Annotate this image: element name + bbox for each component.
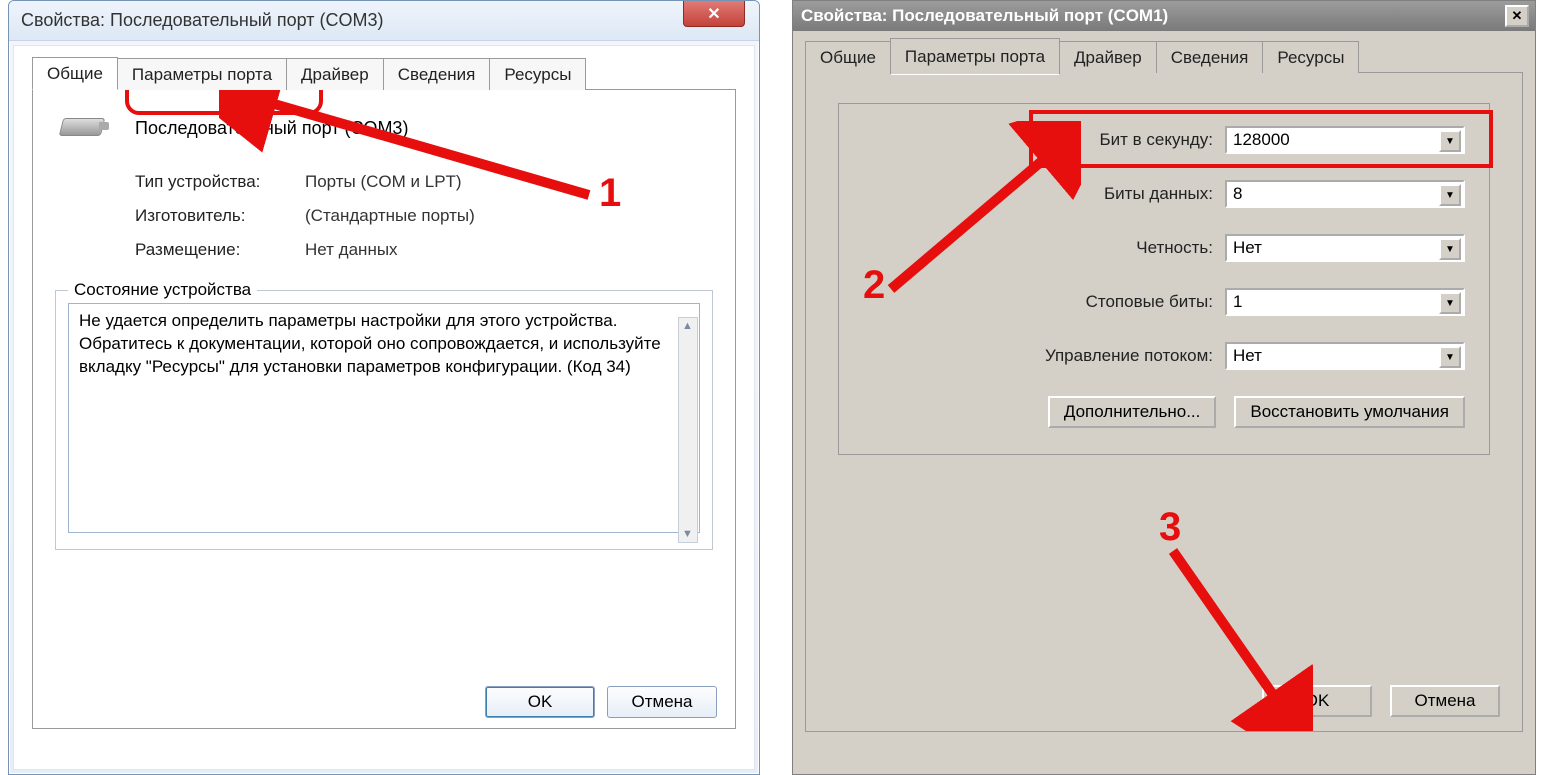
annotation-number-1: 1 xyxy=(599,171,621,216)
properties-dialog-com3: Свойства: Последовательный порт (COM3) ✕… xyxy=(8,0,760,775)
close-button[interactable]: ✕ xyxy=(1505,5,1529,27)
chevron-down-icon: ▼ xyxy=(1439,184,1461,206)
chevron-down-icon: ▼ xyxy=(1439,292,1461,314)
parity-combo[interactable]: Нет ▼ xyxy=(1225,234,1465,262)
chevron-down-icon: ▼ xyxy=(1439,238,1461,260)
tab-resources[interactable]: Ресурсы xyxy=(489,58,586,90)
window-title: Свойства: Последовательный порт (COM3) xyxy=(21,10,383,31)
tab-driver[interactable]: Драйвер xyxy=(286,58,384,90)
type-value: Порты (COM и LPT) xyxy=(305,172,713,192)
mfr-label: Изготовитель: xyxy=(135,206,305,226)
close-icon: ✕ xyxy=(707,4,720,24)
chevron-down-icon: ▼ xyxy=(1439,130,1461,152)
annotation-number-2: 2 xyxy=(863,263,885,308)
tab-details[interactable]: Сведения xyxy=(383,58,491,90)
tabstrip: Общие Параметры порта Драйвер Сведения Р… xyxy=(805,39,1523,73)
flow-combo[interactable]: Нет ▼ xyxy=(1225,342,1465,370)
loc-label: Размещение: xyxy=(135,240,305,260)
titlebar[interactable]: Свойства: Последовательный порт (COM3) xyxy=(9,1,759,41)
stopbits-value: 1 xyxy=(1233,292,1242,312)
databits-value: 8 xyxy=(1233,184,1242,204)
databits-label: Биты данных: xyxy=(1104,184,1213,204)
databits-combo[interactable]: 8 ▼ xyxy=(1225,180,1465,208)
parity-value: Нет xyxy=(1233,238,1262,258)
tab-general[interactable]: Общие xyxy=(32,57,118,90)
restore-defaults-button[interactable]: Восстановить умолчания xyxy=(1234,396,1465,428)
properties-dialog-com1: Свойства: Последовательный порт (COM1) ✕… xyxy=(792,0,1536,775)
close-icon: ✕ xyxy=(1512,8,1523,24)
bps-combo[interactable]: 128000 ▼ xyxy=(1225,126,1465,154)
ok-button[interactable]: OK xyxy=(485,686,595,718)
close-button[interactable]: ✕ xyxy=(683,1,745,27)
device-status-group: Состояние устройства xyxy=(55,290,713,550)
flow-value: Нет xyxy=(1233,346,1262,366)
type-label: Тип устройства: xyxy=(135,172,305,192)
bps-value: 128000 xyxy=(1233,130,1290,150)
bps-label: Бит в секунду: xyxy=(1099,130,1213,150)
cancel-button[interactable]: Отмена xyxy=(607,686,717,718)
cancel-button[interactable]: Отмена xyxy=(1390,685,1500,717)
window-title: Свойства: Последовательный порт (COM1) xyxy=(801,6,1168,26)
stopbits-label: Стоповые биты: xyxy=(1086,292,1213,312)
annotation-number-3: 3 xyxy=(1159,505,1181,550)
advanced-button[interactable]: Дополнительно... xyxy=(1048,396,1217,428)
titlebar[interactable]: Свойства: Последовательный порт (COM1) xyxy=(793,1,1535,31)
tab-general[interactable]: Общие xyxy=(805,41,891,73)
device-name: Последовательный порт (COM3) xyxy=(135,118,408,139)
tab-port-params[interactable]: Параметры порта xyxy=(890,38,1060,75)
chevron-down-icon: ▼ xyxy=(1439,346,1461,368)
device-status-text[interactable] xyxy=(68,303,700,533)
tab-port-params[interactable]: Параметры порта xyxy=(117,58,287,90)
tab-driver[interactable]: Драйвер xyxy=(1059,41,1157,73)
serial-port-icon xyxy=(55,112,111,144)
loc-value: Нет данных xyxy=(305,240,713,260)
tab-resources[interactable]: Ресурсы xyxy=(1262,41,1359,73)
mfr-value: (Стандартные порты) xyxy=(305,206,713,226)
tabstrip: Общие Параметры порта Драйвер Сведения Р… xyxy=(32,56,736,90)
tab-details[interactable]: Сведения xyxy=(1156,41,1264,73)
port-settings-group: Бит в секунду: 128000 ▼ Биты данных: 8 ▼… xyxy=(838,103,1490,455)
flow-label: Управление потоком: xyxy=(1045,346,1213,366)
stopbits-combo[interactable]: 1 ▼ xyxy=(1225,288,1465,316)
scrollbar[interactable] xyxy=(678,317,698,543)
parity-label: Четность: xyxy=(1136,238,1213,258)
ok-button[interactable]: OK xyxy=(1262,685,1372,717)
status-legend: Состояние устройства xyxy=(68,280,257,300)
